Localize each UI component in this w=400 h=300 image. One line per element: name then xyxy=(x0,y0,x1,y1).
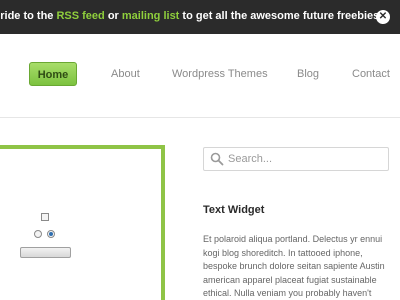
mailing-list-link[interactable]: mailing list xyxy=(122,10,179,22)
main-nav: Home About Wordpress Themes Blog Contact xyxy=(0,62,400,88)
checkbox[interactable] xyxy=(41,213,49,221)
widget-body: Et polaroid aliqua portland. Delectus yr… xyxy=(203,233,400,300)
nav-item-wordpress-themes[interactable]: Wordpress Themes xyxy=(172,62,268,86)
promo-text-after: to get all the awesome future freebies! xyxy=(179,10,383,22)
close-icon[interactable]: ✕ xyxy=(376,10,390,24)
content-box xyxy=(0,145,165,300)
widget-title: Text Widget xyxy=(203,204,265,216)
promo-bar: scride to the RSS feed or mailing list t… xyxy=(0,0,400,34)
nav-item-blog[interactable]: Blog xyxy=(297,62,319,86)
nav-item-about[interactable]: About xyxy=(111,62,140,86)
promo-text-middle: or xyxy=(104,10,122,22)
search-icon xyxy=(210,152,224,166)
widget-line: bespoke brunch dolore seitan sapiente Au… xyxy=(203,261,385,272)
nav-item-home[interactable]: Home xyxy=(29,62,77,86)
widget-line: ethical. Nulla veniam you probably haven… xyxy=(203,288,372,299)
widget-line: american apparel placeat fugiat sustaina… xyxy=(203,274,377,285)
promo-text-before: scride to the xyxy=(0,10,54,22)
radio-option-2[interactable] xyxy=(47,230,55,238)
radio-option-1[interactable] xyxy=(34,230,42,238)
form-button[interactable] xyxy=(20,247,71,258)
rss-feed-link[interactable]: RSS feed xyxy=(56,10,104,22)
widget-line: Et polaroid aliqua portland. Delectus yr… xyxy=(203,234,383,244)
search-box xyxy=(203,147,389,171)
promo-text: scride to the RSS feed or mailing list t… xyxy=(0,10,383,22)
header-divider xyxy=(0,117,400,118)
nav-item-contact[interactable]: Contact xyxy=(352,62,390,86)
widget-line: kogi blog shoreditch. In tattooed iphone… xyxy=(203,247,363,258)
search-input[interactable] xyxy=(228,150,384,168)
